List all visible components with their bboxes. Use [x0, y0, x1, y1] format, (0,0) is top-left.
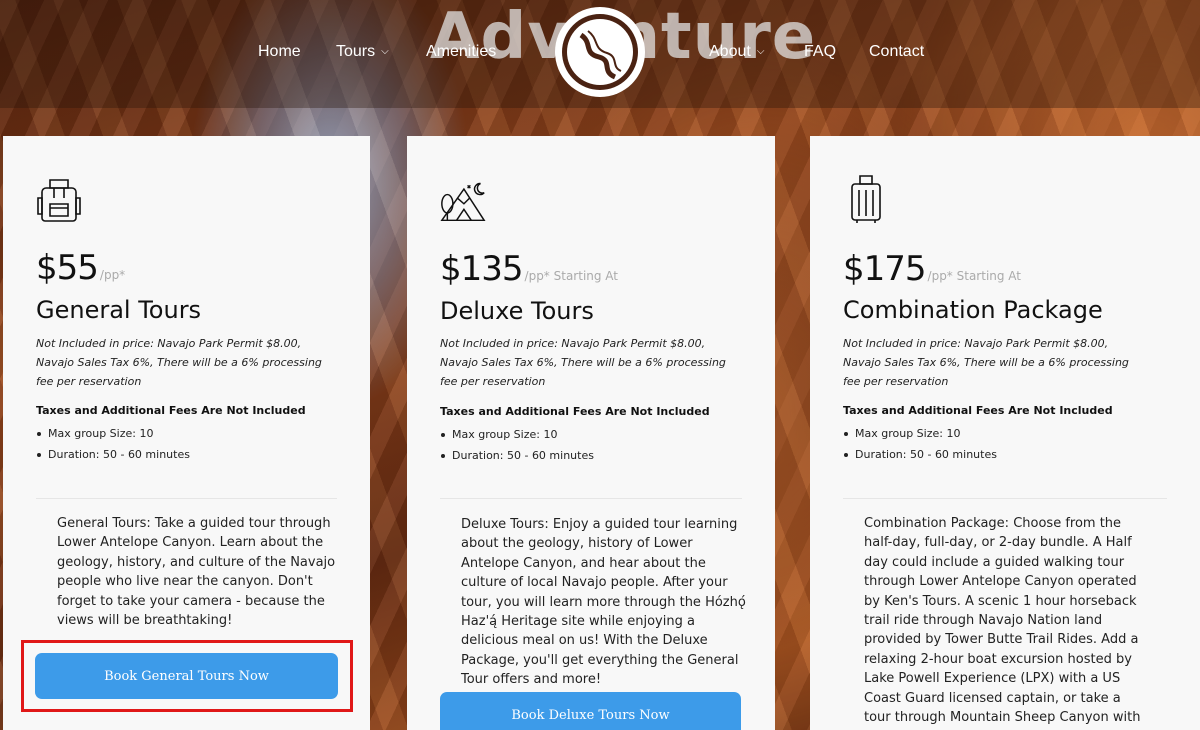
tax-heading: Taxes and Additional Fees Are Not Includ… — [440, 405, 710, 418]
price-amount: $175 — [843, 249, 927, 289]
card-title: Deluxe Tours — [440, 297, 594, 325]
price-note: Not Included in price: Navajo Park Permi… — [843, 337, 1129, 388]
list-item: Max group Size: 10 — [843, 423, 997, 444]
backpack-icon — [37, 179, 81, 222]
card-description: General Tours: Take a guided tour throug… — [57, 516, 336, 629]
book-deluxe-tours-button[interactable]: Book Deluxe Tours Now — [440, 692, 741, 730]
price-unit: /pp* Starting At — [927, 269, 1022, 283]
price-unit: /pp* Starting At — [524, 269, 619, 283]
card-title: General Tours — [36, 296, 202, 324]
chevron-down-icon: ⌵ — [756, 46, 765, 57]
pricing-card-general: $55/pp* General Tours Not Included in pr… — [3, 136, 370, 730]
tax-heading: Taxes and Additional Fees Are Not Includ… — [36, 404, 306, 417]
nav-tours-label: Tours — [336, 43, 376, 60]
nav-home[interactable]: Home — [258, 43, 301, 61]
card-title: Combination Package — [843, 296, 1103, 324]
price-unit: /pp* — [99, 268, 126, 282]
price-note: Not Included in price: Navajo Park Permi… — [440, 337, 726, 388]
nav-about-label: About — [709, 43, 751, 60]
tax-heading: Taxes and Additional Fees Are Not Includ… — [843, 404, 1113, 417]
card-description: Combination Package: Choose from the hal… — [864, 516, 1141, 730]
nav-tours[interactable]: Tours ⌵ — [336, 43, 389, 61]
price: $55/pp* — [36, 248, 125, 288]
divider — [843, 498, 1167, 499]
price: $175/pp* Starting At — [843, 249, 1021, 289]
kens-tours-logo[interactable] — [553, 5, 647, 99]
divider — [36, 498, 337, 499]
nav-about[interactable]: About ⌵ — [709, 43, 764, 61]
divider — [440, 498, 742, 499]
suitcase-icon — [851, 175, 881, 223]
mountain-moon-icon — [440, 182, 486, 222]
price-note: Not Included in price: Navajo Park Permi… — [36, 337, 322, 388]
nav-faq[interactable]: FAQ — [804, 43, 836, 61]
list-item: Max group Size: 10 — [440, 424, 594, 445]
list-item: Duration: 50 - 60 minutes — [440, 445, 594, 466]
feature-list: Max group Size: 10 Duration: 50 - 60 min… — [843, 423, 997, 465]
site-header: Adventure Home Tours⌵ Amenities About⌵ F… — [0, 0, 1200, 108]
list-item: Duration: 50 - 60 minutes — [36, 444, 190, 465]
price-amount: $55 — [36, 248, 99, 288]
feature-list: Max group Size: 10 Duration: 50 - 60 min… — [440, 424, 594, 466]
card-description: Deluxe Tours: Enjoy a guided tour learni… — [461, 517, 746, 688]
chevron-down-icon: ⌵ — [381, 46, 389, 57]
pricing-card-combination: $175/pp* Starting At Combination Package… — [810, 136, 1200, 730]
list-item: Duration: 50 - 60 minutes — [843, 444, 997, 465]
pricing-card-deluxe: $135/pp* Starting At Deluxe Tours Not In… — [407, 136, 775, 730]
nav-contact[interactable]: Contact — [869, 43, 924, 61]
nav-amenities[interactable]: Amenities — [426, 43, 496, 61]
price: $135/pp* Starting At — [440, 249, 618, 289]
price-amount: $135 — [440, 249, 524, 289]
list-item: Max group Size: 10 — [36, 423, 190, 444]
feature-list: Max group Size: 10 Duration: 50 - 60 min… — [36, 423, 190, 465]
book-general-tours-button[interactable]: Book General Tours Now — [35, 653, 338, 699]
